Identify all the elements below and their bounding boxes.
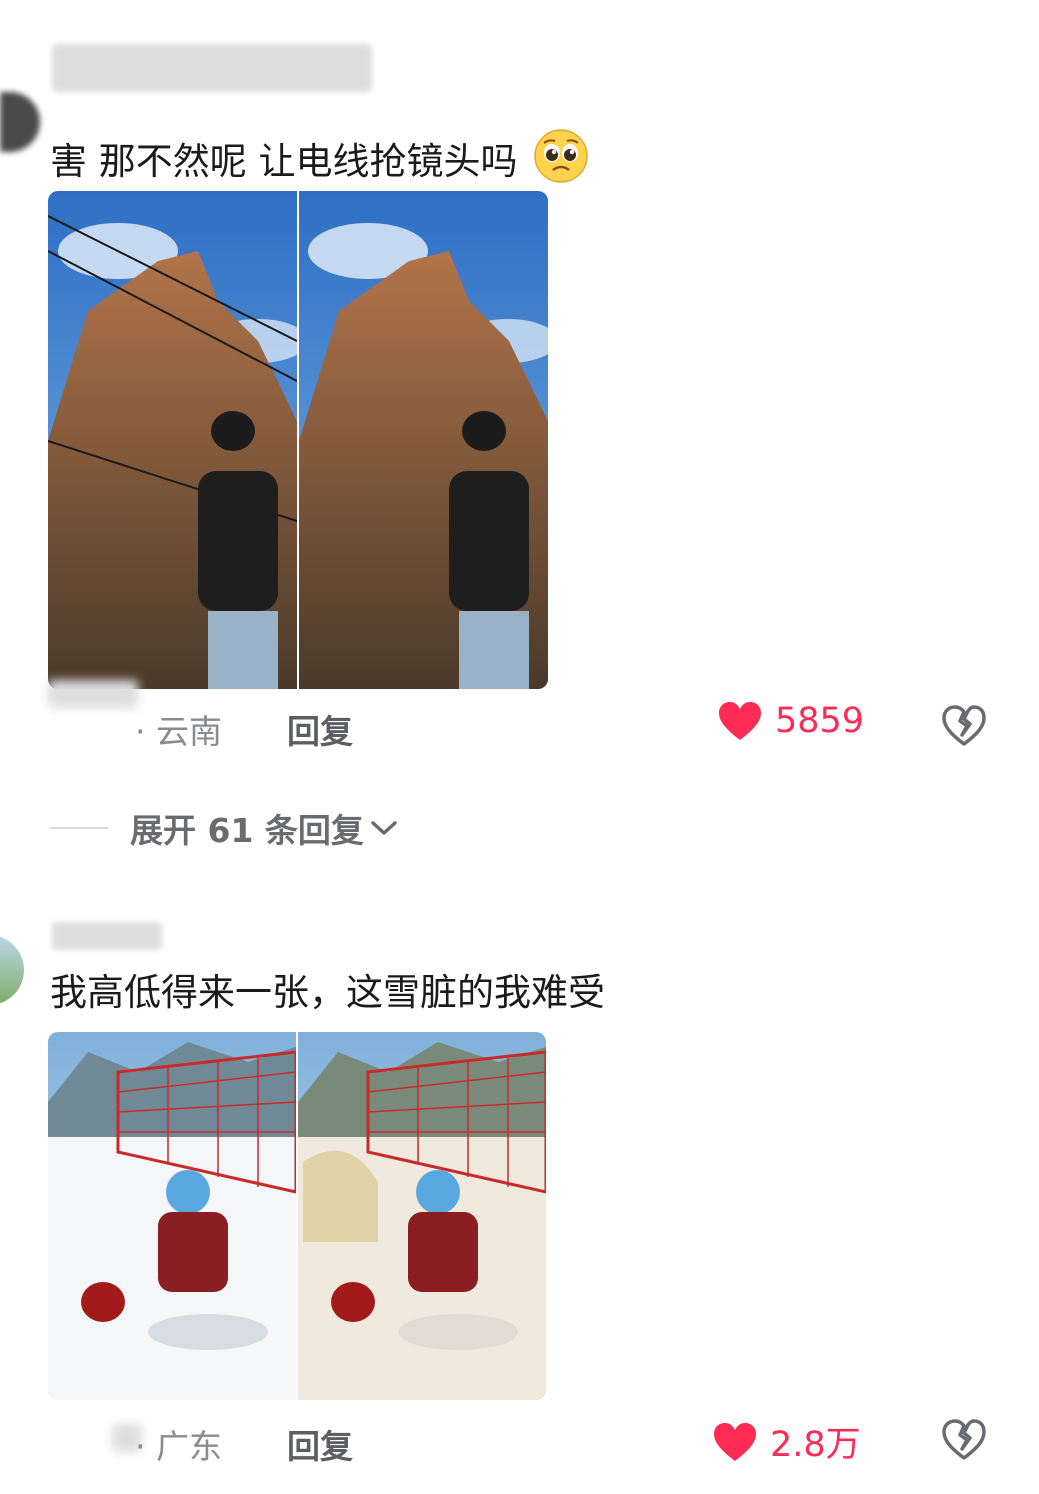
pleading-face-icon (534, 129, 589, 183)
like-button[interactable]: 5859 (717, 700, 864, 742)
broken-heart-icon[interactable] (940, 702, 988, 750)
comment-text: 我高低得来一张，这雪脏的我难受 (50, 971, 605, 1014)
chevron-down-icon (371, 821, 397, 835)
comment-image[interactable] (48, 191, 548, 689)
comment-text: 害 那不然呢 让电线抢镜头吗 (50, 128, 589, 185)
expand-replies-button[interactable]: 展开 61 条回复 (50, 804, 398, 852)
heart-icon (719, 702, 761, 740)
broken-heart-icon[interactable] (940, 1416, 988, 1464)
avatar[interactable] (0, 92, 40, 152)
expand-replies-label: 展开 61 条回复 (130, 811, 364, 850)
heart-icon (714, 1422, 756, 1461)
location-label: · 广东 (135, 1427, 222, 1466)
location-label: · 云南 (135, 712, 222, 751)
like-count: 5859 (775, 701, 865, 741)
reply-button[interactable]: 回复 (287, 705, 353, 753)
like-button[interactable]: 2.8万 (712, 1416, 861, 1467)
username-blurred[interactable] (52, 922, 162, 950)
reply-button[interactable]: 回复 (287, 1420, 353, 1468)
timestamp-blurred (48, 680, 138, 708)
comment-image[interactable] (48, 1032, 546, 1400)
divider (50, 827, 108, 829)
username-blurred[interactable] (52, 44, 372, 92)
like-count: 2.8万 (770, 1425, 861, 1465)
avatar[interactable] (0, 935, 24, 1005)
